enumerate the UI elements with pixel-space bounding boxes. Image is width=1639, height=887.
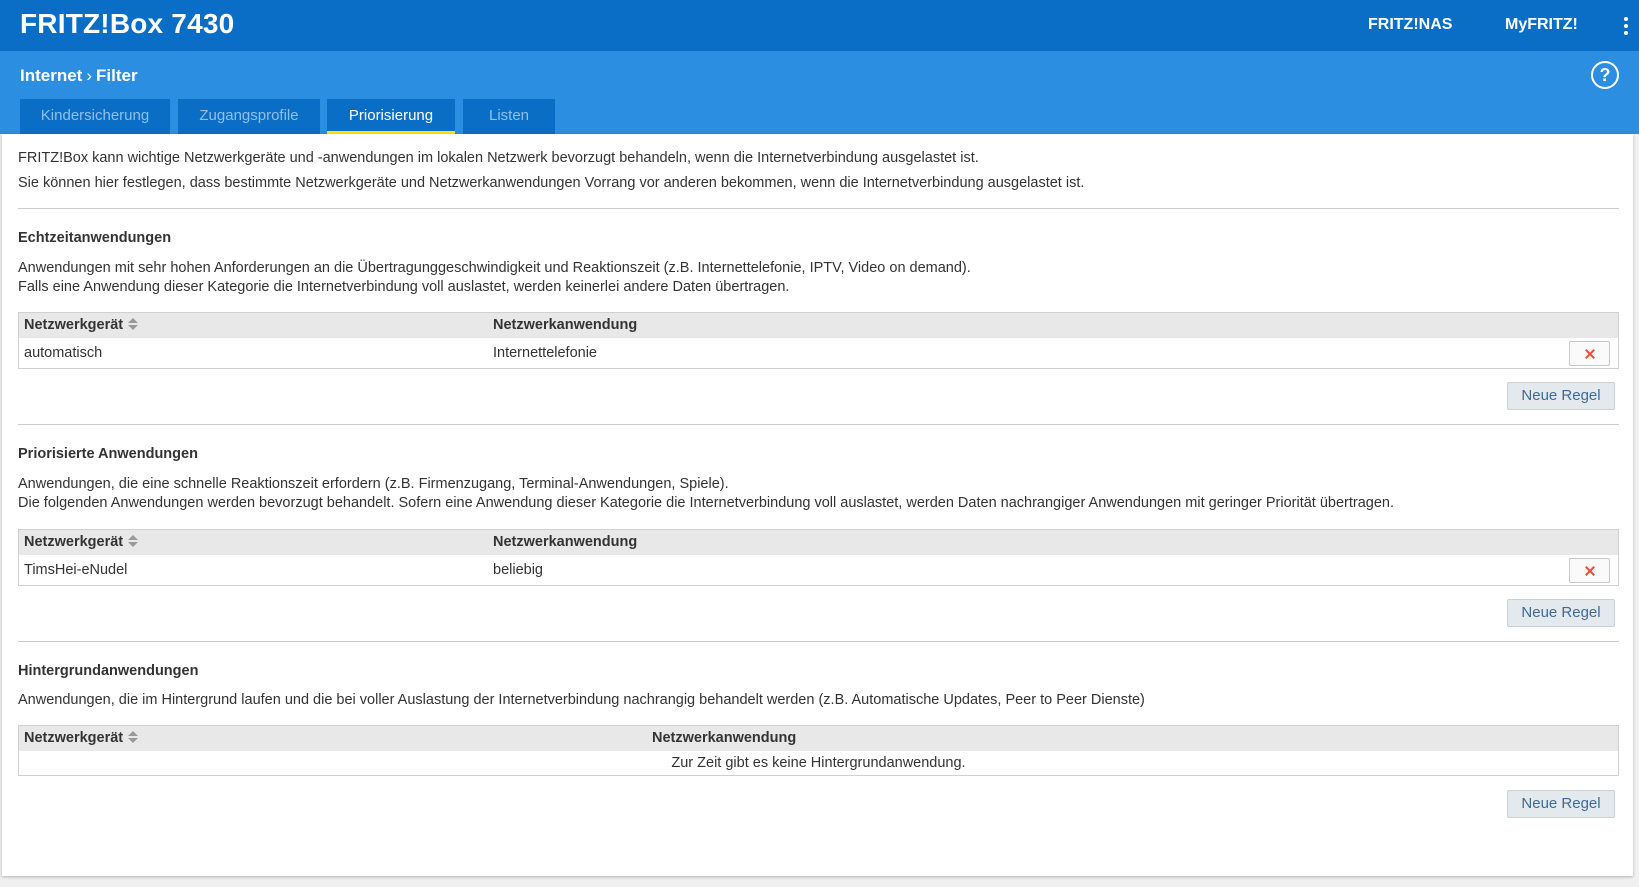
priorisiert-table: Netzwerkgerät Netzwerkanwendung TimsHei-…	[18, 529, 1619, 586]
sort-icon[interactable]	[128, 730, 139, 744]
section-desc: Anwendungen, die im Hintergrund laufen u…	[18, 692, 1145, 708]
section-desc: Die folgenden Anwendungen werden bevorzu…	[18, 495, 1395, 511]
intro-text-1: FRITZ!Box kann wichtige Netzwerkgeräte u…	[18, 150, 979, 166]
breadcrumb: Internet › Filter	[20, 66, 138, 86]
chevron-right-icon: ›	[86, 66, 93, 85]
table-row: automatisch Internettelefonie	[19, 338, 1618, 368]
column-header-app: Netzwerkanwendung	[652, 730, 797, 746]
sort-icon[interactable]	[128, 317, 139, 331]
brand-logo[interactable]: FRITZ!Box 7430	[20, 8, 234, 40]
help-icon[interactable]: ?	[1591, 61, 1619, 89]
cell-device: automatisch	[24, 345, 103, 361]
sort-icon[interactable]	[128, 534, 139, 548]
nav-myfritz[interactable]: MyFRITZ!	[1505, 16, 1578, 34]
breadcrumb-filter: Filter	[96, 66, 138, 85]
column-header-device[interactable]: Netzwerkgerät	[24, 317, 139, 333]
table-header: Netzwerkgerät Netzwerkanwendung	[19, 530, 1618, 555]
divider	[18, 641, 1619, 642]
divider	[18, 424, 1619, 425]
top-bar: FRITZ!Box 7430 FRITZ!NAS MyFRITZ!	[0, 0, 1639, 51]
empty-table-message: Zur Zeit gibt es keine Hintergrundanwend…	[19, 751, 1618, 775]
cell-app: Internettelefonie	[493, 345, 597, 361]
table-header: Netzwerkgerät Netzwerkanwendung	[19, 726, 1618, 751]
delete-rule-button[interactable]	[1569, 558, 1610, 583]
section-title-hintergrund: Hintergrundanwendungen	[18, 663, 199, 679]
tab-priorisierung[interactable]: Priorisierung	[327, 99, 455, 134]
tab-kindersicherung[interactable]: Kindersicherung	[20, 99, 170, 134]
echtzeit-table: Netzwerkgerät Netzwerkanwendung automati…	[18, 312, 1619, 369]
divider	[18, 208, 1619, 209]
new-rule-button[interactable]: Neue Regel	[1507, 790, 1615, 818]
section-desc: Anwendungen mit sehr hohen Anforderungen…	[18, 260, 971, 276]
hintergrund-table: Netzwerkgerät Netzwerkanwendung Zur Zeit…	[18, 725, 1619, 776]
content-panel: FRITZ!Box kann wichtige Netzwerkgeräte u…	[2, 134, 1633, 876]
column-header-device[interactable]: Netzwerkgerät	[24, 534, 139, 550]
cell-device: TimsHei-eNudel	[24, 562, 128, 578]
cell-app: beliebig	[493, 562, 543, 578]
column-header-app: Netzwerkanwendung	[493, 317, 638, 333]
breadcrumb-internet[interactable]: Internet	[20, 66, 82, 85]
delete-rule-button[interactable]	[1569, 341, 1610, 366]
tab-zugangsprofile[interactable]: Zugangsprofile	[178, 99, 320, 134]
tab-listen[interactable]: Listen	[463, 99, 555, 134]
table-row: TimsHei-eNudel beliebig	[19, 555, 1618, 585]
section-desc: Falls eine Anwendung dieser Kategorie di…	[18, 279, 790, 295]
more-menu-icon[interactable]	[1624, 17, 1630, 35]
table-header: Netzwerkgerät Netzwerkanwendung	[19, 313, 1618, 338]
nav-fritznas[interactable]: FRITZ!NAS	[1368, 16, 1452, 34]
column-header-device[interactable]: Netzwerkgerät	[24, 730, 139, 746]
intro-text-2: Sie können hier festlegen, dass bestimmt…	[18, 175, 1085, 191]
section-desc: Anwendungen, die eine schnelle Reaktions…	[18, 476, 729, 492]
column-header-app: Netzwerkanwendung	[493, 534, 638, 550]
sub-header: Internet › Filter ? Kindersicherung Zugang…	[0, 51, 1639, 134]
section-title-echtzeit: Echtzeitanwendungen	[18, 230, 172, 246]
section-title-priorisiert: Priorisierte Anwendungen	[18, 446, 198, 462]
new-rule-button[interactable]: Neue Regel	[1507, 599, 1615, 627]
new-rule-button[interactable]: Neue Regel	[1507, 382, 1615, 410]
